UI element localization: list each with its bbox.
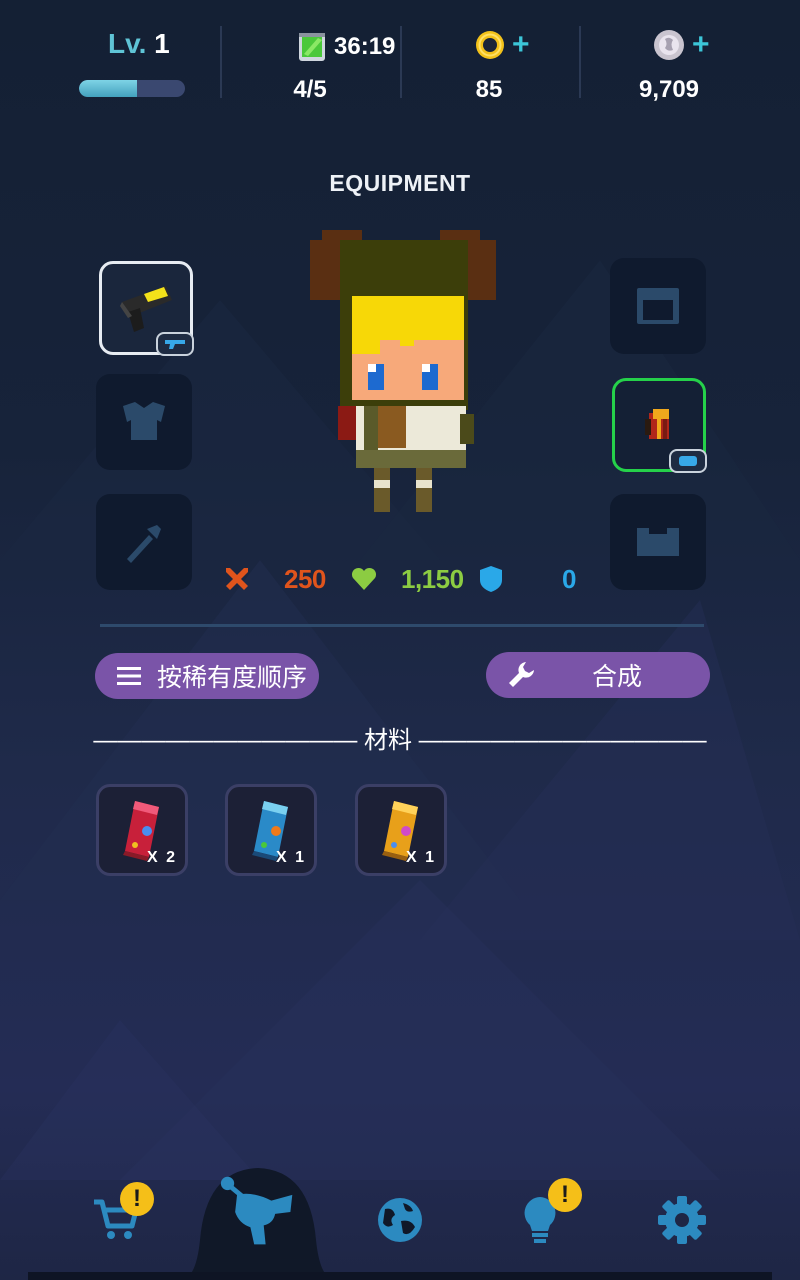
weapon-slot[interactable] xyxy=(99,261,194,356)
pack-badge-icon xyxy=(679,456,697,466)
craft-button-label: 合成 xyxy=(592,663,643,691)
notification-badge: ! xyxy=(120,1182,154,1216)
materials-heading: ——————————— 材料 ———————————— xyxy=(93,727,707,754)
backpack-icon xyxy=(645,409,669,439)
energy-can-icon xyxy=(299,33,325,61)
equipped-tag xyxy=(669,449,707,473)
xp-progress-bar xyxy=(79,80,185,97)
nav-shop[interactable]: ! xyxy=(76,1180,156,1260)
gem-amount: 9,709 xyxy=(638,76,700,103)
nav-strip xyxy=(28,1272,772,1280)
gun-badge-icon xyxy=(165,340,185,349)
nav-settings[interactable] xyxy=(642,1180,722,1260)
top-status-bar: Lv. 1 36:19 4/5 + 85 + 9,709 xyxy=(0,0,800,120)
heart-icon xyxy=(351,567,377,590)
material-item[interactable]: X 1 xyxy=(355,784,447,876)
wand-icon xyxy=(127,525,161,563)
notification-badge: ! xyxy=(548,1178,582,1212)
armor-slot[interactable] xyxy=(96,374,192,470)
nav-tips[interactable]: ! xyxy=(500,1178,582,1260)
coin-amount: 85 xyxy=(475,76,503,103)
energy-timer: 36:19 xyxy=(296,30,395,64)
boots-icon xyxy=(637,528,679,556)
xp-progress-fill xyxy=(79,80,138,97)
gem-currency: + xyxy=(652,28,710,62)
sort-button-label: 按稀有度顺序 xyxy=(157,664,308,692)
coin-icon xyxy=(476,31,504,59)
wrench-icon xyxy=(509,662,534,687)
defense-value: 0 xyxy=(562,564,576,594)
attack-value: 250 xyxy=(284,564,326,594)
backpack-slot[interactable] xyxy=(612,378,707,473)
globe-icon xyxy=(378,1198,422,1242)
pistol-icon xyxy=(120,286,172,332)
helmet-slot[interactable] xyxy=(610,258,706,354)
equipped-tag xyxy=(156,332,194,356)
divider xyxy=(220,26,222,98)
sort-by-rarity-button[interactable]: 按稀有度顺序 xyxy=(95,653,319,699)
section-divider xyxy=(100,624,704,627)
add-gems-button[interactable]: + xyxy=(692,28,710,62)
add-coins-button[interactable]: + xyxy=(512,28,530,62)
menu-icon xyxy=(117,667,141,685)
energy-count: 4/5 xyxy=(293,76,327,103)
shield-icon xyxy=(480,566,502,592)
divider xyxy=(400,26,402,98)
nav-world[interactable] xyxy=(360,1180,440,1260)
material-count: X 2 xyxy=(146,849,177,866)
craft-button[interactable]: 合成 xyxy=(486,652,710,698)
nav-equipment[interactable] xyxy=(218,1172,298,1252)
helmet-icon xyxy=(637,288,679,324)
gem-orb-icon xyxy=(654,30,684,60)
material-item[interactable]: X 2 xyxy=(96,784,188,876)
crossed-swords-icon xyxy=(226,568,248,590)
divider xyxy=(579,26,581,98)
page-title: EQUIPMENT xyxy=(329,170,471,196)
material-count: X 1 xyxy=(275,849,306,866)
level-label: Lv. 1 xyxy=(108,28,170,59)
armor-icon xyxy=(123,402,165,440)
character-stats: 250 1,150 0 xyxy=(0,562,800,598)
blaster-icon xyxy=(220,1176,293,1245)
character-avatar xyxy=(310,230,496,512)
material-count: X 1 xyxy=(405,849,436,866)
material-item[interactable]: X 1 xyxy=(225,784,317,876)
gear-icon xyxy=(658,1196,706,1244)
coin-currency: + xyxy=(474,28,530,62)
health-value: 1,150 xyxy=(401,564,464,594)
